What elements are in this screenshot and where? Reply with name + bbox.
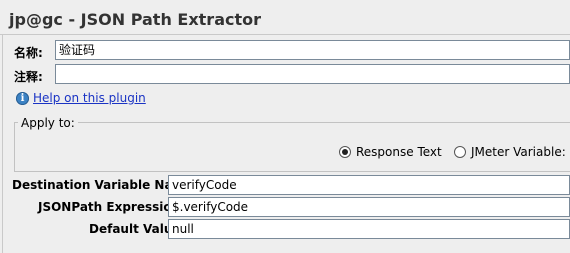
dest-var-input[interactable]: verifyCode [168,175,570,195]
name-input[interactable]: 验证码 [55,40,570,60]
title-divider [0,34,570,35]
comment-input[interactable] [55,64,570,84]
radio-jmeter-variable-label: JMeter Variable: [471,145,566,159]
radio-jmeter-variable[interactable]: JMeter Variable: [454,145,566,159]
panel-left-border [2,35,3,253]
comment-label: 注释: [14,70,43,84]
default-value-input[interactable]: null [168,219,570,239]
radio-response-text-label: Response Text [356,145,442,159]
jsonpath-label: JSONPath Expression: [38,200,185,214]
help-row: i Help on this plugin [16,91,146,105]
radio-response-text[interactable]: Response Text [339,145,442,159]
help-link[interactable]: Help on this plugin [33,91,146,105]
apply-to-legend: Apply to: [18,116,78,130]
radio-response-text-indicator[interactable] [339,146,351,158]
page-title: jp@gc - JSON Path Extractor [9,10,261,29]
radio-jmeter-variable-indicator[interactable] [454,146,466,158]
name-label: 名称: [14,46,43,60]
info-icon: i [16,91,29,105]
jsonpath-input[interactable]: $.verifyCode [168,197,570,217]
